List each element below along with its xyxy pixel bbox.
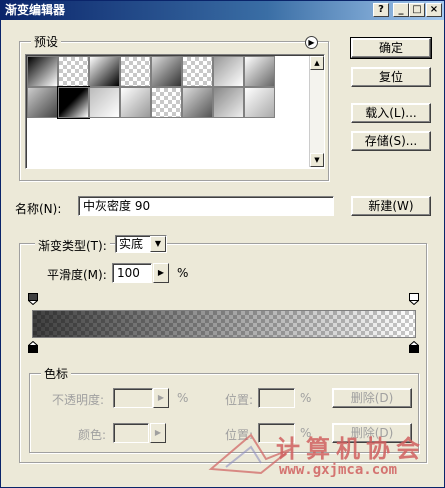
save-button[interactable]: 存储(S)... [351,131,431,151]
close-button[interactable]: × [426,3,442,17]
window-title: 渐变编辑器 [5,3,66,17]
preset-swatch[interactable] [182,87,213,118]
gradient-type-label: 渐变类型(T): [35,237,110,254]
help-button[interactable]: ? [373,3,389,17]
watermark-text: 计算机协会 [276,434,426,463]
preset-swatch[interactable] [89,87,120,118]
preset-swatch[interactable] [151,87,182,118]
presets-menu-icon[interactable]: ▶ [305,36,318,49]
color-label: 颜色: [78,428,107,442]
smoothness-input[interactable]: 100 [112,263,152,283]
color-swatch[interactable] [113,423,149,443]
gradient-fill [33,311,415,337]
color-stop-left[interactable] [28,341,38,353]
opacity-stop-left[interactable] [28,293,38,305]
opacity-stop-right[interactable] [409,293,419,305]
preset-swatch[interactable] [120,56,151,87]
gradient-editor-window: 渐变编辑器 ? _ □ × 预设 ▶ ▲ ▼ 确定 复位 载入(L)... 存储… [0,0,445,488]
opacity-label: 不透明度: [52,393,105,407]
opacity-slider-icon[interactable]: ▶ [153,388,169,408]
load-button[interactable]: 载入(L)... [351,103,431,123]
chevron-down-icon[interactable]: ▼ [150,236,166,252]
location-unit: % [300,391,312,405]
smoothness-label: 平滑度(M): [47,268,107,282]
minimize-button[interactable]: _ [393,3,409,17]
name-input[interactable]: 中灰密度 90 [78,196,334,216]
scroll-down-icon[interactable]: ▼ [310,153,324,167]
color-stops-title: 色标 [41,365,72,382]
preset-swatch[interactable] [89,56,120,87]
ok-button[interactable]: 确定 [350,37,432,59]
preset-swatch[interactable] [151,56,182,87]
delete-opacity-stop-button[interactable]: 删除(D) [332,388,412,408]
gradient-type-value: 实底 [119,237,144,251]
opacity-unit: % [177,391,189,405]
new-button[interactable]: 新建(W) [351,196,431,216]
watermark-url: www.gxjmca.com [279,462,398,478]
preset-swatch[interactable] [27,56,58,87]
opacity-input[interactable] [113,388,153,408]
color-menu-icon[interactable]: ▶ [150,423,166,443]
preset-swatch[interactable] [120,87,151,118]
title-bar[interactable]: 渐变编辑器 ? _ □ × [1,1,444,20]
color-stop-right[interactable] [409,341,419,353]
preset-swatch-selected[interactable] [57,86,90,119]
smoothness-slider-icon[interactable]: ▶ [153,263,169,283]
preset-swatch[interactable] [213,56,244,87]
location-label: 位置: [225,393,254,407]
maximize-button[interactable]: □ [409,3,425,17]
name-label: 名称(N): [15,202,62,216]
preset-swatch[interactable] [27,87,58,118]
presets-scrollbar[interactable]: ▲ ▼ [309,56,324,167]
preset-swatch[interactable] [244,87,275,118]
preset-swatch[interactable] [182,56,213,87]
preset-swatch[interactable] [213,87,244,118]
scroll-up-icon[interactable]: ▲ [310,56,324,70]
presets-list[interactable]: ▲ ▼ [25,54,325,169]
location-input[interactable] [258,388,295,408]
smoothness-unit: % [177,266,189,280]
preset-swatch[interactable] [58,56,89,87]
reset-button[interactable]: 复位 [351,67,431,87]
gradient-bar[interactable] [32,310,416,338]
presets-title: 预设 [31,33,62,50]
preset-swatch[interactable] [244,56,275,87]
